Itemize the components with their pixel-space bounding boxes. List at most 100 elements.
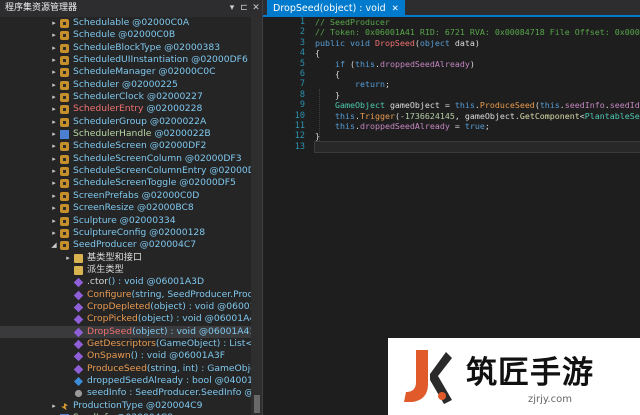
tree-item[interactable]: ▸ SchedulerEntry @02000228 (0, 103, 251, 115)
expand-arrow-icon[interactable]: ▸ (50, 153, 58, 165)
tree-item[interactable]: ▸ ScheduleScreenToggle @02000DF5 (0, 177, 251, 189)
code-line[interactable]: this.droppedSeedAlready = true; (315, 121, 640, 131)
folder-icon (74, 253, 83, 263)
label-part: ProductionType (73, 399, 143, 411)
code-line[interactable]: // SeedProducer (315, 17, 640, 27)
code-line[interactable] (314, 140, 640, 154)
code-line[interactable]: this.Trigger(-1736624145, gameObject.Get… (315, 111, 640, 121)
document-tab-bar: DropSeed(object) : void ✕ (263, 0, 640, 17)
tree-item[interactable]: ▸ ScheduleScreen @02000DF2 (0, 140, 251, 152)
expanded-arrow-icon[interactable]: ◢ (50, 239, 58, 251)
code-line[interactable]: } (315, 131, 640, 141)
class-icon (60, 204, 69, 214)
tree-scrollbar[interactable] (251, 17, 262, 415)
expand-arrow-icon[interactable]: ▸ (50, 227, 58, 239)
tree-item-label: 基类型和接口 (87, 252, 142, 264)
tree-item[interactable]: 派生类型 (0, 264, 251, 276)
tree-item[interactable]: ▸ ScheduleBlockType @02000383 (0, 42, 251, 54)
tree-item[interactable]: ▸ ScheduleScreenColumnEntry @02000DF4 (0, 165, 251, 177)
expand-arrow-icon[interactable]: ▸ (50, 165, 58, 177)
tree-item[interactable]: ▸ SculptureConfig @02000128 (0, 227, 251, 239)
expand-arrow-icon[interactable]: ▸ (50, 202, 58, 214)
tree-item[interactable]: OnSpawn() : void @06001A3F (0, 350, 251, 362)
tree-item[interactable]: ▸ ScheduleManager @02000C0C (0, 66, 251, 78)
watermark-brand: 筑匠手游 (466, 355, 594, 391)
tree-item[interactable]: ▸ ScreenPrefabs @02000C0D (0, 190, 251, 202)
code-line[interactable]: return; (315, 79, 640, 89)
code-line[interactable]: { (315, 48, 640, 58)
label-part: ScheduleScreenToggle (73, 177, 177, 189)
expand-arrow-icon[interactable]: ▸ (50, 91, 58, 103)
expand-arrow-icon[interactable]: ▸ (50, 79, 58, 91)
tree-item[interactable]: GetDescriptors(GameObject) : List<Des (0, 338, 251, 350)
close-icon[interactable]: ✕ (250, 0, 262, 17)
scrollbar-thumb[interactable] (254, 395, 260, 413)
tree-item[interactable]: ▸ SchedulerHandle @0200022B (0, 128, 251, 140)
tab-label: DropSeed(object) : void (273, 3, 386, 14)
label-part: seedInfo (87, 387, 127, 399)
expand-arrow-icon[interactable]: ▸ (50, 29, 58, 41)
code-line[interactable]: public void DropSeed(object data) (315, 38, 640, 48)
tree-item[interactable]: ▸ ProductionType @020004C9 (0, 400, 251, 412)
enum-icon (60, 130, 69, 140)
line-number: 4 (299, 48, 305, 59)
expand-arrow-icon[interactable]: ▸ (64, 252, 72, 264)
method-icon (73, 364, 84, 374)
tree-item[interactable]: ▸ SchedulerGroup @0200022A (0, 116, 251, 128)
tree-item[interactable]: ▸ Schedulable @02000C0A (0, 17, 251, 29)
class-icon (60, 154, 69, 164)
expand-arrow-icon[interactable]: ▸ (50, 128, 58, 140)
code-token: { (315, 68, 340, 79)
expand-arrow-icon[interactable]: ▸ (50, 190, 58, 202)
expand-arrow-icon[interactable]: ▸ (50, 140, 58, 152)
expand-arrow-icon[interactable]: ▸ (50, 215, 58, 227)
tree-item[interactable]: CropDepleted(object) : void @06001A4 (0, 301, 251, 313)
label-part: Scheduler (73, 78, 119, 90)
code-line[interactable]: if (this.droppedSeedAlready) (315, 59, 640, 69)
code-token: Trigger (359, 110, 395, 121)
expand-arrow-icon[interactable]: ▸ (50, 54, 58, 66)
expand-arrow-icon[interactable]: ▸ (50, 66, 58, 78)
tree-item[interactable]: .ctor() : void @06001A3D (0, 276, 251, 288)
tree-item[interactable]: CropPicked(object) : void @06001A43 (0, 313, 251, 325)
code-token: this (354, 58, 375, 69)
tree-item[interactable]: ▸ ScreenResize @02000BC8 (0, 202, 251, 214)
method-icon (73, 302, 84, 313)
label-part: ScheduleScreenColumnEntry (73, 165, 207, 177)
code-line[interactable]: GameObject gameObject = this.ProduceSeed… (315, 100, 640, 110)
tree-item[interactable]: ◢ SeedProducer @020004C7 (0, 239, 251, 251)
tree-item[interactable]: droppedSeedAlready : bool @0400163 (0, 375, 251, 387)
tree-item[interactable]: ▸ Schedule @02000C0B (0, 29, 251, 41)
expand-arrow-icon[interactable]: ▸ (50, 17, 58, 29)
label-part: @02000C0D (138, 189, 200, 201)
expand-arrow-icon[interactable]: ▸ (50, 103, 58, 115)
tree-item[interactable]: ▸ ScheduledUIInstantiation @02000DF6 (0, 54, 251, 66)
class-icon (60, 56, 69, 66)
tree-item-label: SchedulerGroup @0200022A (73, 116, 206, 128)
tree-item[interactable]: seedInfo : SeedProducer.SeedInfo @04 (0, 387, 251, 399)
tree-item[interactable]: ▸ SchedulerClock @02000227 (0, 91, 251, 103)
tab-close-icon[interactable]: ✕ (392, 4, 399, 14)
class-icon (60, 142, 69, 152)
code-line[interactable]: } (315, 90, 640, 100)
code-line[interactable]: { (315, 69, 640, 79)
type-tree[interactable]: ▸ Schedulable @02000C0A ▸ Schedule @02000C0… (0, 17, 251, 415)
tree-item[interactable]: ▸ ScheduleScreenColumn @02000DF3 (0, 153, 251, 165)
tree-item[interactable]: ▸ Sculpture @02000334 (0, 215, 251, 227)
code-token: this (334, 110, 355, 121)
tab-dropseed[interactable]: DropSeed(object) : void ✕ (267, 0, 405, 17)
dropdown-icon[interactable]: ▾ (226, 0, 238, 17)
pin-icon[interactable]: ⊏ (238, 0, 250, 17)
tree-item[interactable]: ▸ 基类型和接口 (0, 252, 251, 264)
tree-item-label: ScheduledUIInstantiation @02000DF6 (73, 54, 248, 66)
code-text[interactable]: // SeedProducer// Token: 0x06001A41 RID:… (314, 17, 640, 154)
tree-item[interactable]: ▸ Scheduler @02000225 (0, 79, 251, 91)
tree-item[interactable]: Configure(string, SeedProducer.Produc (0, 289, 251, 301)
code-line[interactable]: // Token: 0x06001A41 RID: 6721 RVA: 0x00… (315, 27, 640, 37)
tree-item[interactable]: DropSeed(object) : void @06001A41 (0, 325, 251, 338)
expand-arrow-icon[interactable]: ▸ (50, 42, 58, 54)
tree-item[interactable]: ProduceSeed(string, int) : GameObject (0, 363, 251, 375)
expand-arrow-icon[interactable]: ▸ (50, 177, 58, 189)
expand-arrow-icon[interactable]: ▸ (50, 116, 58, 128)
expand-arrow-icon[interactable]: ▸ (50, 400, 58, 412)
